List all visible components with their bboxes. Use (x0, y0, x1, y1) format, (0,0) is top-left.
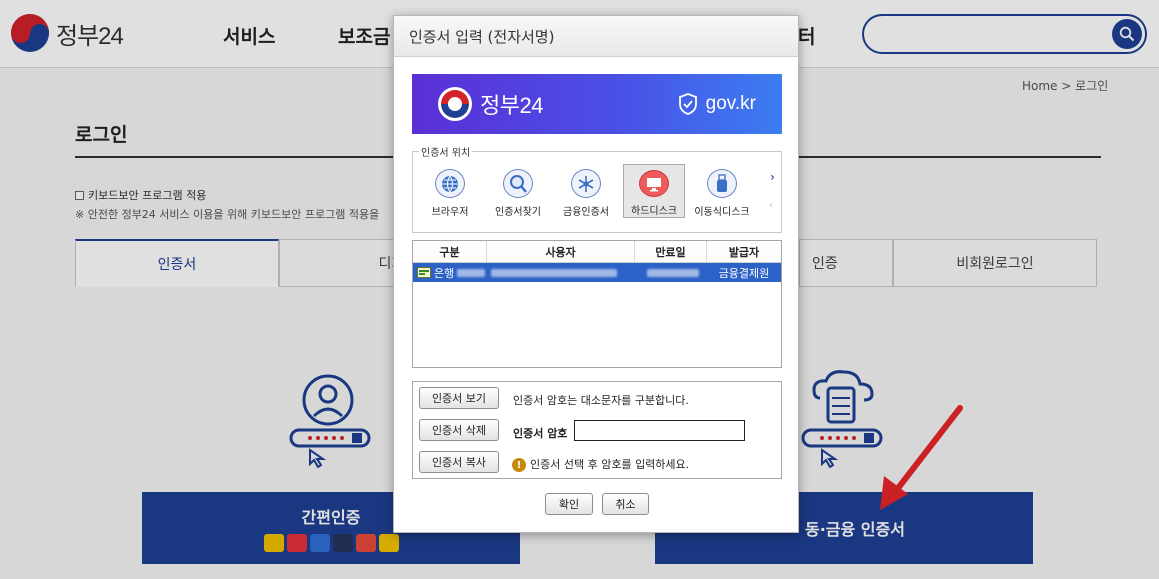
location-financial-cert[interactable]: 금융인증서 (555, 164, 617, 218)
warning-message: ! 인증서 선택 후 암호를 입력하세요. (512, 456, 689, 472)
keyboard-security-note: ※ 안전한 정부24 서비스 이용을 위해 키보드보안 프로그램 적용을 (75, 208, 380, 221)
tab-certificate[interactable]: 인증서 (75, 239, 279, 287)
banner-gov-text: gov.kr (705, 93, 756, 114)
tab-auth[interactable]: 인증 (799, 239, 893, 287)
certificate-table: 구분 사용자 만료일 발급자 은행 금융결제원 (412, 240, 782, 368)
banner-brand: 정부24 (480, 93, 543, 118)
cert-issuer: 금융결제원 (718, 266, 770, 280)
dialog-header[interactable]: 인증서 입력 (전자서명) (394, 16, 798, 57)
chevron-left-icon[interactable]: ‹ (769, 200, 773, 211)
tab-guest-login[interactable]: 비회원로그인 (893, 239, 1097, 287)
cert-expiry-cell (635, 263, 707, 282)
column-header: 만료일 (635, 241, 707, 262)
shield-check-icon (678, 93, 697, 115)
location-label: 금융인증서 (563, 207, 609, 218)
page-title: 로그인 (75, 124, 128, 146)
location-label: 하드디스크 (631, 206, 677, 217)
breadcrumb-home[interactable]: Home (1022, 79, 1057, 93)
delete-cert-button[interactable]: 인증서 삭제 (419, 419, 499, 441)
cert-type-cell: 은행 (413, 263, 487, 282)
joint-financial-cert-label: 동·금융 인증서 (805, 520, 905, 539)
kakao-icon (263, 534, 284, 552)
location-label: 브라우저 (431, 207, 469, 218)
certificate-icon (417, 267, 431, 278)
cert-location-group: 인증서 위치 브라우저 인증서찾기 금융인증서 하드디스크 이동식디스크 › ‹ (412, 144, 782, 233)
dialog-banner: 정부24 gov.kr (412, 74, 782, 134)
site-logo[interactable]: 정부24 (11, 14, 124, 52)
column-header: 구분 (413, 241, 487, 262)
column-header: 사용자 (487, 241, 635, 262)
cert-location-legend: 인증서 위치 (419, 144, 473, 159)
magnifier-icon (503, 169, 533, 198)
view-cert-button[interactable]: 인증서 보기 (419, 387, 499, 409)
redacted-text (647, 268, 699, 277)
copy-cert-button[interactable]: 인증서 복사 (419, 451, 499, 473)
site-logo-text: 정부24 (56, 22, 124, 50)
location-hard-disk[interactable]: 하드디스크 (623, 164, 685, 218)
gnb-item-center[interactable]: 터 (798, 22, 815, 49)
naver-icon (332, 534, 353, 552)
usb-drive-icon (707, 169, 737, 198)
column-header: 발급자 (728, 245, 760, 259)
password-label: 인증서 암호 (513, 427, 568, 440)
search-button[interactable] (1112, 19, 1142, 49)
banner-logo: 정부24 (438, 87, 543, 121)
ok-button[interactable]: 확인 (545, 493, 593, 515)
red-arrow-annotation-icon (880, 405, 963, 510)
breadcrumb: Home > 로그인 (1022, 77, 1108, 94)
redacted-text (457, 268, 486, 277)
banner-gov: gov.kr (678, 93, 756, 115)
payco-icon (355, 534, 376, 552)
search-icon (1119, 26, 1135, 42)
simple-auth-provider-logos (263, 534, 399, 552)
table-header: 구분 사용자 만료일 발급자 (413, 241, 781, 263)
breadcrumb-current: 로그인 (1075, 79, 1109, 93)
gnb-item-subsidy[interactable]: 보조금 (338, 22, 390, 49)
samsung-pass-icon (309, 534, 330, 552)
simple-auth-label: 간편인증 (301, 508, 361, 527)
gnb-item-services[interactable]: 서비스 (223, 22, 275, 49)
certificate-dialog: 인증서 입력 (전자서명) 정부24 gov.kr 인증서 위치 브라우저 인증… (393, 15, 799, 533)
keyboard-security-checkbox[interactable]: 키보드보안 프로그램 적용 (75, 187, 206, 203)
location-label: 이동식디스크 (694, 207, 750, 218)
monitor-icon (639, 170, 669, 197)
location-label: 인증서찾기 (495, 207, 541, 218)
location-browser[interactable]: 브라우저 (419, 164, 481, 218)
checkbox-box[interactable] (75, 190, 84, 200)
cert-type: 은행 (434, 266, 455, 280)
cancel-button[interactable]: 취소 (602, 493, 649, 515)
taegeuk-icon (438, 87, 472, 121)
dialog-title: 인증서 입력 (전자서명) (409, 27, 555, 46)
site-search-input[interactable] (862, 14, 1147, 54)
breadcrumb-separator: > (1061, 79, 1072, 93)
case-sensitive-note: 인증서 암호는 대소문자를 구분합니다. (513, 394, 689, 407)
chevron-right-icon[interactable]: › (770, 170, 775, 184)
simple-auth-illustration-icon (289, 374, 371, 468)
warning-icon: ! (512, 458, 526, 472)
certificate-action-panel: 인증서 보기 인증서 삭제 인증서 복사 인증서 암호는 대소문자를 구분합니다… (412, 381, 782, 479)
cert-password-input[interactable] (574, 420, 745, 441)
taegeuk-icon (11, 14, 49, 52)
financial-cert-icon (571, 169, 601, 198)
keyboard-security-label: 키보드보안 프로그램 적용 (88, 189, 207, 202)
location-find-cert[interactable]: 인증서찾기 (487, 164, 549, 218)
warning-text: 인증서 선택 후 암호를 입력하세요. (530, 458, 690, 471)
table-row[interactable]: 은행 금융결제원 (413, 263, 781, 282)
pass-icon (286, 534, 307, 552)
globe-icon (435, 169, 465, 198)
redacted-text (491, 268, 617, 277)
location-removable-disk[interactable]: 이동식디스크 (691, 164, 753, 218)
kb-icon (378, 534, 399, 552)
cert-user-cell (487, 263, 635, 282)
